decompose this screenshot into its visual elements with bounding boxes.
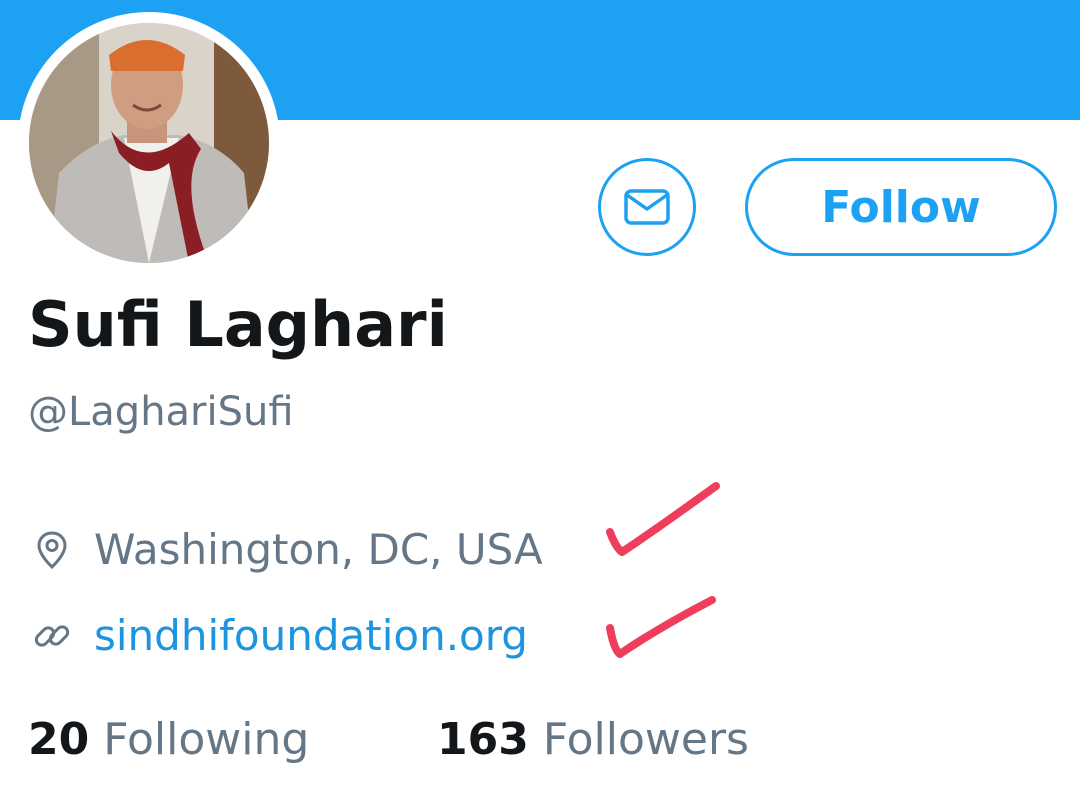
avatar[interactable] [18, 12, 280, 274]
red-check-mark [606, 482, 720, 556]
message-button[interactable] [598, 158, 696, 256]
envelope-icon [624, 189, 670, 225]
link-icon [30, 614, 74, 658]
location-row: Washington, DC, USA [30, 522, 543, 578]
following-label: Following [103, 714, 310, 765]
website-row: sindhifoundation.org [30, 608, 528, 664]
location-text: Washington, DC, USA [94, 525, 543, 574]
followers-label: Followers [542, 714, 749, 765]
location-pin-icon [30, 528, 74, 572]
followers-count: 163 [437, 714, 529, 765]
user-handle: @LaghariSufi [28, 389, 294, 435]
following-stat[interactable]: 20 Following [28, 710, 309, 770]
website-link[interactable]: sindhifoundation.org [94, 608, 528, 664]
red-check-mark [606, 596, 716, 658]
follow-button[interactable]: Follow [745, 158, 1057, 256]
display-name: Sufi Laghari [28, 288, 448, 361]
following-count: 20 [28, 714, 90, 765]
avatar-photo [29, 23, 269, 263]
followers-stat[interactable]: 163 Followers [437, 710, 749, 770]
